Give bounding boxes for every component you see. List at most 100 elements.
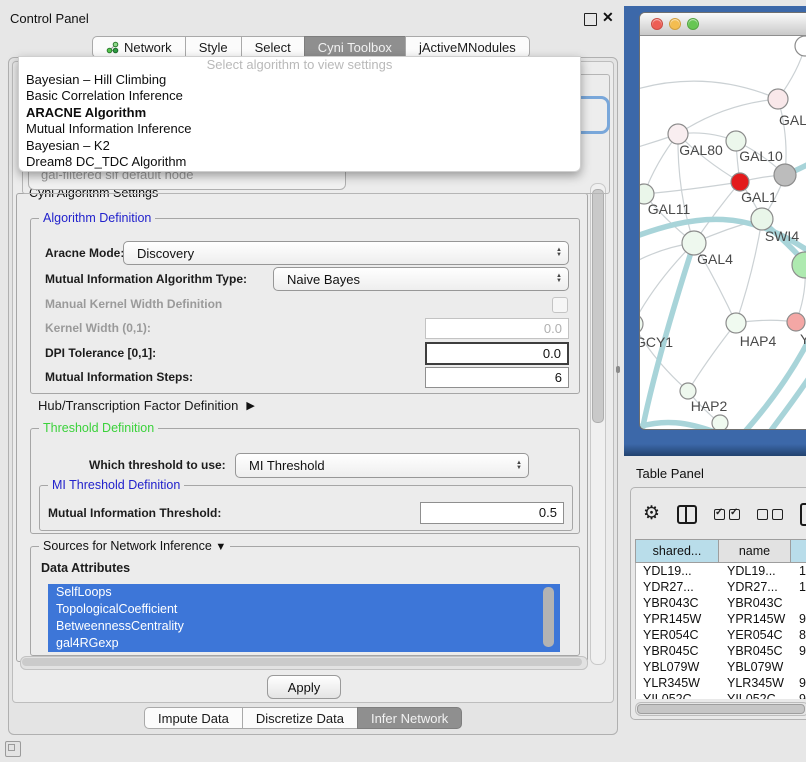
close-icon[interactable]: ✕ [602,9,614,26]
tab-label: Network [124,40,172,55]
table-cell: 9. [792,675,806,691]
dropdown-item[interactable]: Basic Correlation Inference [19,88,580,104]
network-node[interactable] [795,36,806,56]
kernel-width-label: Kernel Width (0,1): [45,318,151,339]
attribute-item[interactable]: gal4RGexp [48,635,560,652]
settings-horizontal-scrollbar[interactable] [20,656,588,670]
network-window[interactable]: GALGAL80GAL10GAL1GAL11SWI4GAL4GCY1HAP4YH… [639,12,806,430]
attribute-item[interactable]: TopologicalCoefficient [48,601,560,618]
close-traffic-light-icon[interactable] [651,18,663,30]
dropdown-item[interactable]: Dream8 DC_TDC Algorithm [19,154,580,170]
network-window-titlebar[interactable] [640,13,806,36]
dropdown-item[interactable]: Bayesian – K2 [19,138,580,154]
table-cell: YLR345W [720,675,792,691]
table-row[interactable]: YBR045CYBR045C9. [636,643,806,659]
network-node-swi4[interactable] [751,208,773,230]
network-node-gal[interactable] [768,89,788,109]
tab-infer-network[interactable]: Infer Network [357,707,462,729]
apply-button[interactable]: Apply [267,675,341,699]
node-table: shared...nameA YDL19...YDL19...13YDR27..… [635,539,806,699]
split-columns-icon[interactable] [677,505,697,524]
network-edge[interactable] [678,99,778,134]
network-edge[interactable] [644,182,740,194]
table-horizontal-scrollbar[interactable] [635,702,806,716]
table-row[interactable]: YLR345WYLR345W9. [636,675,806,691]
table-panel: ⚙ shared...nameA YDL19...YDL19...13YDR27… [630,487,806,720]
panel-splitter-handle[interactable] [616,366,620,373]
network-node-gcy1[interactable] [640,314,643,334]
table-header-row: shared...nameA [635,539,806,563]
table-row[interactable]: YBR043CYBR043C [636,595,806,611]
tab-style[interactable]: Style [185,36,241,58]
network-node-label: GAL11 [648,201,691,217]
network-node-y[interactable] [787,313,805,331]
attribute-item[interactable]: SelfLoops [48,584,560,601]
settings-hscroll-thumb[interactable] [22,658,582,666]
table-cell: YDL19... [636,563,720,579]
table-hscroll-thumb[interactable] [637,704,805,714]
tab-cyni-toolbox[interactable]: Cyni Toolbox [304,36,405,58]
network-graph[interactable]: GALGAL80GAL10GAL1GAL11SWI4GAL4GCY1HAP4YH… [640,36,806,430]
minimize-traffic-light-icon[interactable] [669,18,681,30]
dpi-tolerance-input[interactable]: 0.0 [425,342,569,365]
which-threshold-combo[interactable]: MI Threshold ▲ ▼ [235,453,529,478]
tab-label: Select [255,40,291,55]
settings-vscroll-thumb[interactable] [592,189,604,423]
attribute-item[interactable]: BetweennessCentrality [48,618,560,635]
screen: Control Panel ✕ Network Style Select Cyni T… [0,0,806,762]
hub-expander[interactable]: Hub/Transcription Factor Definition ▶ [38,398,255,413]
tab-impute-data[interactable]: Impute Data [144,707,242,729]
table-row[interactable]: YBL079WYBL079W [636,659,806,675]
tab-label: Discretize Data [256,711,344,726]
combo-stepper-icon: ▲ ▼ [516,461,522,471]
mi-steps-input[interactable]: 6 [425,367,569,388]
table-column-header[interactable]: A [791,539,806,563]
float-window-icon[interactable] [584,13,597,26]
hide-columns-icon[interactable] [757,509,783,520]
table-row[interactable]: YPR145WYPR145W9. [636,611,806,627]
dropdown-item[interactable]: Bayesian – Hill Climbing [19,72,580,88]
gear-icon[interactable]: ⚙ [643,503,660,525]
table-cell [792,659,806,675]
table-row[interactable]: YIL052CYIL052C9 [636,691,806,699]
dropdown-item[interactable]: ARACNE Algorithm [19,105,580,121]
tab-discretize-data[interactable]: Discretize Data [242,707,357,729]
table-row[interactable]: YDL19...YDL19...13 [636,563,806,579]
control-panel-title: Control Panel [10,11,89,26]
table-cell: 9. [792,643,806,659]
table-column-header[interactable]: shared... [635,539,719,563]
data-attributes-list[interactable]: SelfLoopsTopologicalCoefficientBetweenne… [48,584,560,653]
dropdown-item[interactable]: Mutual Information Inference [19,121,580,137]
table-cell: 8. [792,627,806,643]
tab-jactivemnodules[interactable]: jActiveMNodules [405,36,530,58]
tab-select[interactable]: Select [241,36,304,58]
table-row[interactable]: YER054CYER054C8. [636,627,806,643]
network-node[interactable] [774,164,796,186]
table-column-header[interactable]: name [719,539,791,563]
network-node-hap2[interactable] [680,383,696,399]
network-node[interactable] [792,252,806,278]
table-row[interactable]: YDR27...YDR27...12 [636,579,806,595]
network-node-label: GAL10 [739,148,783,164]
new-table-icon[interactable] [800,503,806,526]
tab-network[interactable]: Network [92,36,185,58]
network-node-hap4[interactable] [726,313,746,333]
dropdown-item-list: Bayesian – Hill ClimbingBasic Correlatio… [19,72,580,170]
zoom-traffic-light-icon[interactable] [687,18,699,30]
network-edge[interactable] [736,219,762,323]
show-columns-icon[interactable] [714,509,740,520]
attribute-list-scrollbar[interactable] [543,587,554,647]
aracne-mode-combo[interactable]: Discovery ▲ ▼ [123,241,569,265]
kernel-width-input[interactable]: 0.0 [425,318,569,339]
settings-vertical-scrollbar[interactable] [590,183,606,665]
network-edge[interactable] [688,323,736,391]
mi-type-combo[interactable]: Naive Bayes ▲ ▼ [273,267,569,291]
chevron-down-icon[interactable]: ▼ [215,541,226,553]
network-edge[interactable] [640,81,778,99]
top-tab-bar: Network Style Select Cyni ToolboxjActiveMNo… [92,36,530,58]
manual-kernel-checkbox[interactable] [552,297,568,313]
network-node[interactable] [712,415,728,430]
mi-threshold-input[interactable]: 0.5 [420,502,564,524]
minimized-panel-icon[interactable] [5,741,21,757]
network-node-gal80[interactable] [668,124,688,144]
